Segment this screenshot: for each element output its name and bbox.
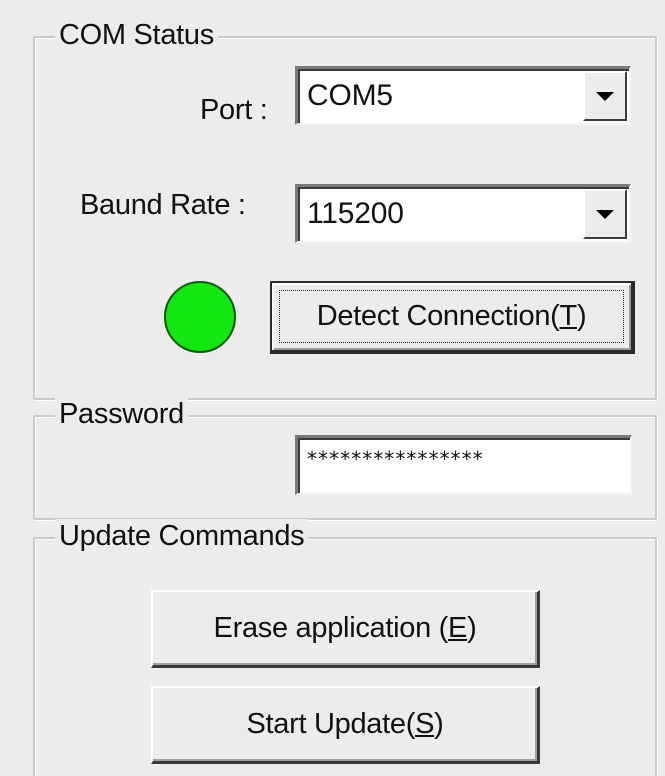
password-field[interactable]: **************** (295, 435, 632, 495)
com-status-title: COM Status (55, 18, 218, 52)
baud-rate-dropdown-button[interactable] (583, 189, 627, 239)
erase-application-label: Erase application (E) (213, 612, 477, 644)
chevron-down-icon (596, 91, 614, 101)
bootloader-panel: COM Status Port : COM5 Baund Rate : 1152… (0, 0, 665, 776)
port-label: Port : (200, 94, 268, 126)
update-commands-title: Update Commands (55, 519, 309, 553)
connection-status-indicator (164, 281, 236, 353)
baud-rate-select[interactable]: 115200 (295, 184, 631, 243)
port-select-value: COM5 (307, 79, 393, 112)
password-title: Password (55, 397, 188, 431)
start-update-button[interactable]: Start Update(S) (151, 686, 540, 764)
start-update-label: Start Update(S) (246, 708, 444, 740)
erase-application-button[interactable]: Erase application (E) (151, 590, 540, 668)
port-select[interactable]: COM5 (295, 66, 631, 125)
chevron-down-icon (596, 209, 614, 219)
detect-connection-button[interactable]: Detect Connection(T) (270, 281, 635, 354)
baud-rate-select-value: 115200 (307, 197, 404, 230)
detect-connection-label: Detect Connection(T) (316, 300, 587, 332)
password-value: **************** (306, 447, 484, 471)
port-dropdown-button[interactable] (583, 71, 627, 121)
baud-rate-label: Baund Rate : (80, 189, 246, 221)
